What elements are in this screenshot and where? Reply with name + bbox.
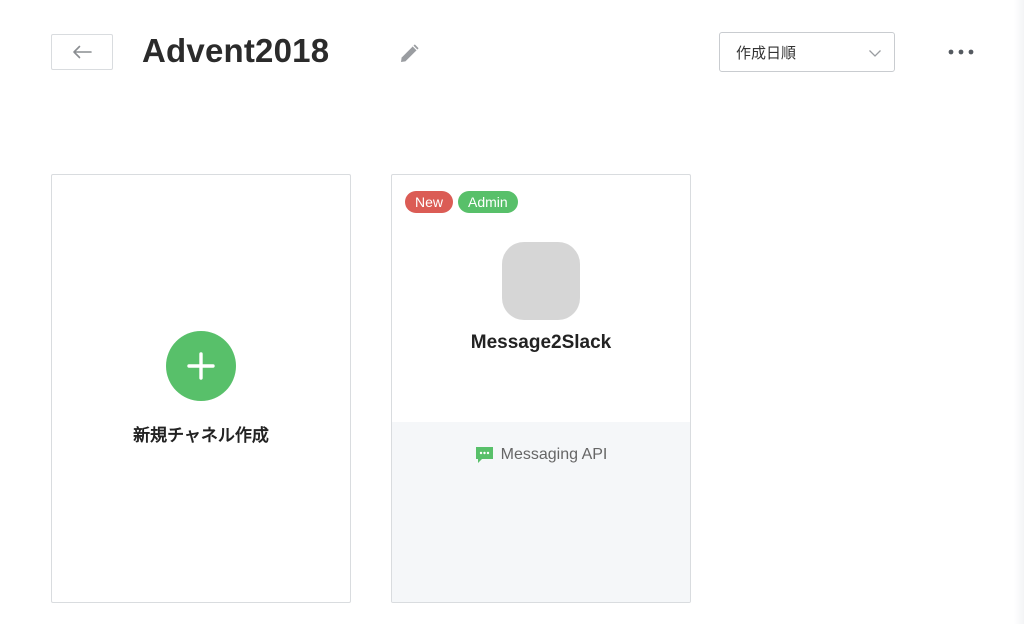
- arrow-left-icon: [73, 45, 92, 59]
- plus-icon: [187, 352, 215, 380]
- admin-badge: Admin: [458, 191, 518, 213]
- sort-order-select[interactable]: 作成日順: [719, 32, 895, 72]
- channel-card[interactable]: New Admin Message2Slack Messaging API: [391, 174, 691, 603]
- chat-bubble-icon: [475, 447, 493, 463]
- channel-badges: New Admin: [405, 191, 518, 213]
- channel-type: Messaging API: [392, 446, 690, 464]
- channel-type-label: Messaging API: [500, 446, 608, 463]
- new-channel-label: 新規チャネル作成: [133, 426, 269, 445]
- page-title: Advent2018: [142, 32, 330, 69]
- chevron-down-icon: [869, 50, 881, 57]
- new-channel-card[interactable]: 新規チャネル作成: [51, 174, 351, 603]
- add-channel-button[interactable]: [166, 331, 236, 401]
- channel-name: Message2Slack: [470, 332, 612, 353]
- sort-order-value: 作成日順: [736, 44, 797, 62]
- page-edge-shade: [1014, 0, 1024, 624]
- channel-avatar: [502, 242, 580, 320]
- ellipsis-icon: [948, 49, 974, 55]
- new-badge: New: [405, 191, 454, 213]
- more-options-button[interactable]: [945, 40, 977, 64]
- channel-card-footer: Messaging API: [392, 422, 690, 602]
- back-button[interactable]: [51, 34, 113, 70]
- pencil-icon[interactable]: [398, 41, 422, 65]
